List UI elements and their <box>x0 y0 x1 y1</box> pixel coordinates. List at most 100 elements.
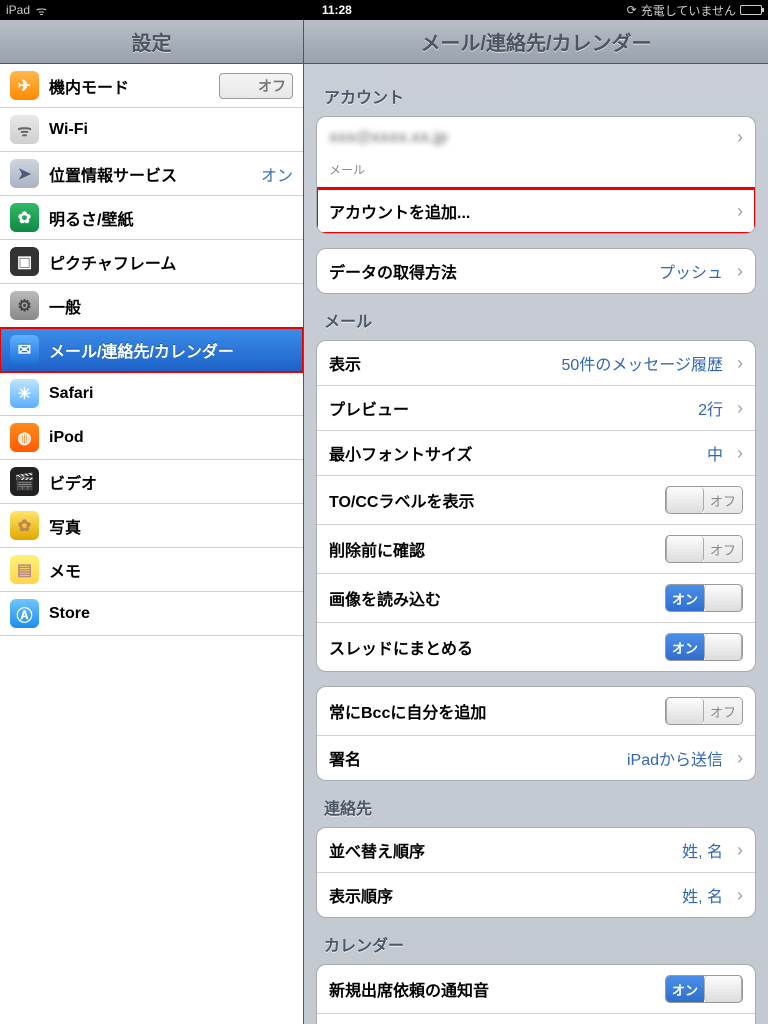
sidebar-item-label: iPod <box>49 429 293 447</box>
thread-toggle[interactable]: オンオフ <box>665 633 743 661</box>
detail-pane: メール/連絡先/カレンダー アカウント xxx@xxxx.xx.jp › メール… <box>304 20 768 1024</box>
row-value: 姓, 名 <box>682 838 723 862</box>
sidebar-item-label: メール/連絡先/カレンダー <box>49 338 293 362</box>
sidebar-item-ipod[interactable]: ◍ iPod <box>0 416 303 460</box>
gear-icon: ⚙ <box>10 291 39 320</box>
row-label: 並べ替え順序 <box>329 838 672 862</box>
sidebar-item-mail[interactable]: ✉ メール/連絡先/カレンダー <box>0 328 303 372</box>
row-label: 表示順序 <box>329 883 672 907</box>
sidebar-item-label: 写真 <box>49 514 293 538</box>
section-header-calendar: カレンダー <box>324 932 748 956</box>
fetch-new-data-row[interactable]: データの取得方法 プッシュ › <box>317 249 755 293</box>
mail-signature-row[interactable]: 署名 iPadから送信 › <box>317 736 755 780</box>
wifi-icon: ᯤ <box>10 115 39 144</box>
account-row-existing[interactable]: xxx@xxxx.xx.jp › メール <box>317 117 755 189</box>
appstore-icon: Ⓐ <box>10 599 39 628</box>
detail-title: メール/連絡先/カレンダー <box>304 20 768 64</box>
chevron-right-icon: › <box>737 840 743 861</box>
row-value: iPadから送信 <box>627 746 723 770</box>
sidebar-item-label: メモ <box>49 558 293 582</box>
tocc-toggle[interactable]: オンオフ <box>665 486 743 514</box>
sidebar-item-photos[interactable]: ✿ 写真 <box>0 504 303 548</box>
row-value: 姓, 名 <box>682 883 723 907</box>
video-icon: 🎬 <box>10 467 39 496</box>
row-label: 画像を読み込む <box>329 586 655 610</box>
chevron-right-icon: › <box>737 127 743 148</box>
sidebar-item-pictureframe[interactable]: ▣ ピクチャフレーム <box>0 240 303 284</box>
row-label: スレッドにまとめる <box>329 635 655 659</box>
sidebar-item-label: 一般 <box>49 294 293 318</box>
sidebar-item-label: ピクチャフレーム <box>49 250 293 274</box>
sidebar-item-safari[interactable]: ✳ Safari <box>0 372 303 416</box>
row-label: プレビュー <box>329 396 688 420</box>
add-account-row[interactable]: アカウントを追加... › <box>317 189 755 233</box>
mail-show-row[interactable]: 表示 50件のメッセージ履歴 › <box>317 341 755 386</box>
row-label: 削除前に確認 <box>329 537 655 561</box>
chevron-right-icon: › <box>737 353 743 374</box>
contacts-sort-row[interactable]: 並べ替え順序 姓, 名 › <box>317 828 755 873</box>
chevron-right-icon: › <box>737 748 743 769</box>
ipod-icon: ◍ <box>10 423 39 452</box>
calendar-alert-row: 新規出席依頼の通知音 オンオフ <box>317 965 755 1014</box>
contacts-display-row[interactable]: 表示順序 姓, 名 › <box>317 873 755 917</box>
charge-status: 充電していません <box>641 2 736 19</box>
sidebar-item-label: ビデオ <box>49 470 293 494</box>
calendar-timezone-row[interactable]: 時間帯サポート 東京 › <box>317 1014 755 1024</box>
calendar-alert-toggle[interactable]: オンオフ <box>665 975 743 1003</box>
account-sub: メール <box>329 161 743 178</box>
airplane-icon: ✈ <box>10 71 39 100</box>
mail-confirm-delete-row: 削除前に確認 オンオフ <box>317 525 755 574</box>
lock-rotation-icon: ⟳ <box>627 3 637 17</box>
sidebar-item-label: Safari <box>49 385 293 403</box>
sidebar-item-label: Wi-Fi <box>49 121 293 139</box>
sidebar-item-label: Store <box>49 605 293 623</box>
mail-tocc-row: TO/CCラベルを表示 オンオフ <box>317 476 755 525</box>
row-label: 最小フォントサイズ <box>329 441 697 465</box>
row-label: 新規出席依頼の通知音 <box>329 977 655 1001</box>
brightness-icon: ✿ <box>10 203 39 232</box>
confirm-delete-toggle[interactable]: オンオフ <box>665 535 743 563</box>
row-value: プッシュ <box>659 259 723 283</box>
section-header-contacts: 連絡先 <box>324 795 748 819</box>
sidebar-item-label: 機内モード <box>49 74 209 98</box>
airplane-toggle[interactable]: オフ <box>219 73 293 99</box>
chevron-right-icon: › <box>737 201 743 222</box>
section-header-accounts: アカウント <box>324 84 748 108</box>
sidebar-item-video[interactable]: 🎬 ビデオ <box>0 460 303 504</box>
row-value: 中 <box>707 441 723 465</box>
row-label: 署名 <box>329 746 617 770</box>
notes-icon: ▤ <box>10 555 39 584</box>
mail-load-images-row: 画像を読み込む オンオフ <box>317 574 755 623</box>
chevron-right-icon: › <box>737 885 743 906</box>
row-label: 常にBccに自分を追加 <box>329 699 655 723</box>
status-bar: iPad ᯤ 11:28 ⟳ 充電していません <box>0 0 768 20</box>
bcc-self-toggle[interactable]: オンオフ <box>665 697 743 725</box>
mail-thread-row: スレッドにまとめる オンオフ <box>317 623 755 671</box>
mail-icon: ✉ <box>10 335 39 364</box>
load-images-toggle[interactable]: オンオフ <box>665 584 743 612</box>
mail-preview-row[interactable]: プレビュー 2行 › <box>317 386 755 431</box>
sidebar-item-notes[interactable]: ▤ メモ <box>0 548 303 592</box>
sidebar-item-value: オン <box>261 162 293 186</box>
account-name: xxx@xxxx.xx.jp <box>329 129 733 147</box>
sidebar-item-general[interactable]: ⚙ 一般 <box>0 284 303 328</box>
sidebar-item-location[interactable]: ➤ 位置情報サービス オン <box>0 152 303 196</box>
mail-minfont-row[interactable]: 最小フォントサイズ 中 › <box>317 431 755 476</box>
photos-icon: ✿ <box>10 511 39 540</box>
row-label: 表示 <box>329 351 552 375</box>
pictureframe-icon: ▣ <box>10 247 39 276</box>
location-icon: ➤ <box>10 159 39 188</box>
battery-icon <box>740 5 762 15</box>
row-value: 2行 <box>698 396 723 420</box>
sidebar-item-wifi[interactable]: ᯤ Wi-Fi <box>0 108 303 152</box>
sidebar-item-store[interactable]: Ⓐ Store <box>0 592 303 636</box>
chevron-right-icon: › <box>737 398 743 419</box>
chevron-right-icon: › <box>737 443 743 464</box>
sidebar-item-label: 位置情報サービス <box>49 162 251 186</box>
row-label: データの取得方法 <box>329 259 649 283</box>
safari-icon: ✳ <box>10 379 39 408</box>
clock: 11:28 <box>47 3 627 17</box>
wifi-status-icon: ᯤ <box>36 2 47 19</box>
sidebar-item-airplane[interactable]: ✈ 機内モード オフ <box>0 64 303 108</box>
sidebar-item-brightness[interactable]: ✿ 明るさ/壁紙 <box>0 196 303 240</box>
